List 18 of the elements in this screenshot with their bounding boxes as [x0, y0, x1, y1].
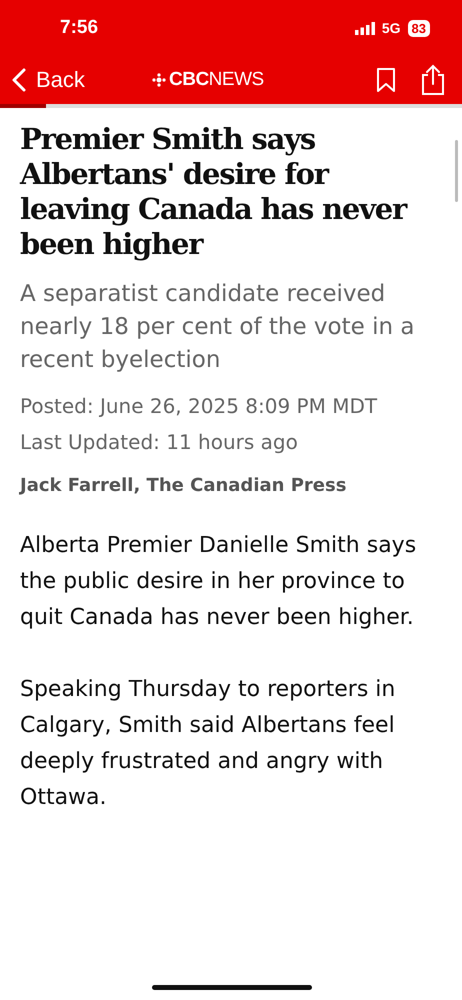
bookmark-icon[interactable]	[376, 67, 396, 93]
byline: Jack Farrell, The Canadian Press	[20, 475, 348, 496]
body-paragraph: Alberta Premier Danielle Smith says the public desire in her province to quit Canada has never been higher.	[20, 532, 418, 632]
body-paragraph: Speaking Thursday to reporters in Calgary, Smith said Albertans feel deeply frustrated and angry with Ottawa.	[20, 676, 396, 812]
posted-date: Posted: June 26, 2025 8:09 PM MDT	[20, 393, 378, 420]
logo-text: CBCNEWS	[169, 69, 264, 91]
subheadline: A separatist candidate received nearly 18 per cent of the vote in a recent byelection	[20, 280, 416, 375]
back-link[interactable]: Back	[12, 67, 152, 93]
scroll-indicator	[455, 140, 458, 202]
updated-time: Last Updated: 11 hours ago	[20, 429, 299, 456]
gem-logo-icon	[152, 73, 166, 87]
signal-icon	[354, 22, 375, 34]
headline: Premier Smith says Albertans' desire for leaving Canada has never been higher	[20, 122, 408, 262]
battery-level: 83	[408, 20, 430, 36]
network-label: 5G	[382, 20, 401, 36]
clock-time: 7:56	[60, 17, 98, 39]
chevron-left-icon	[12, 68, 26, 92]
share-icon[interactable]	[420, 64, 446, 96]
